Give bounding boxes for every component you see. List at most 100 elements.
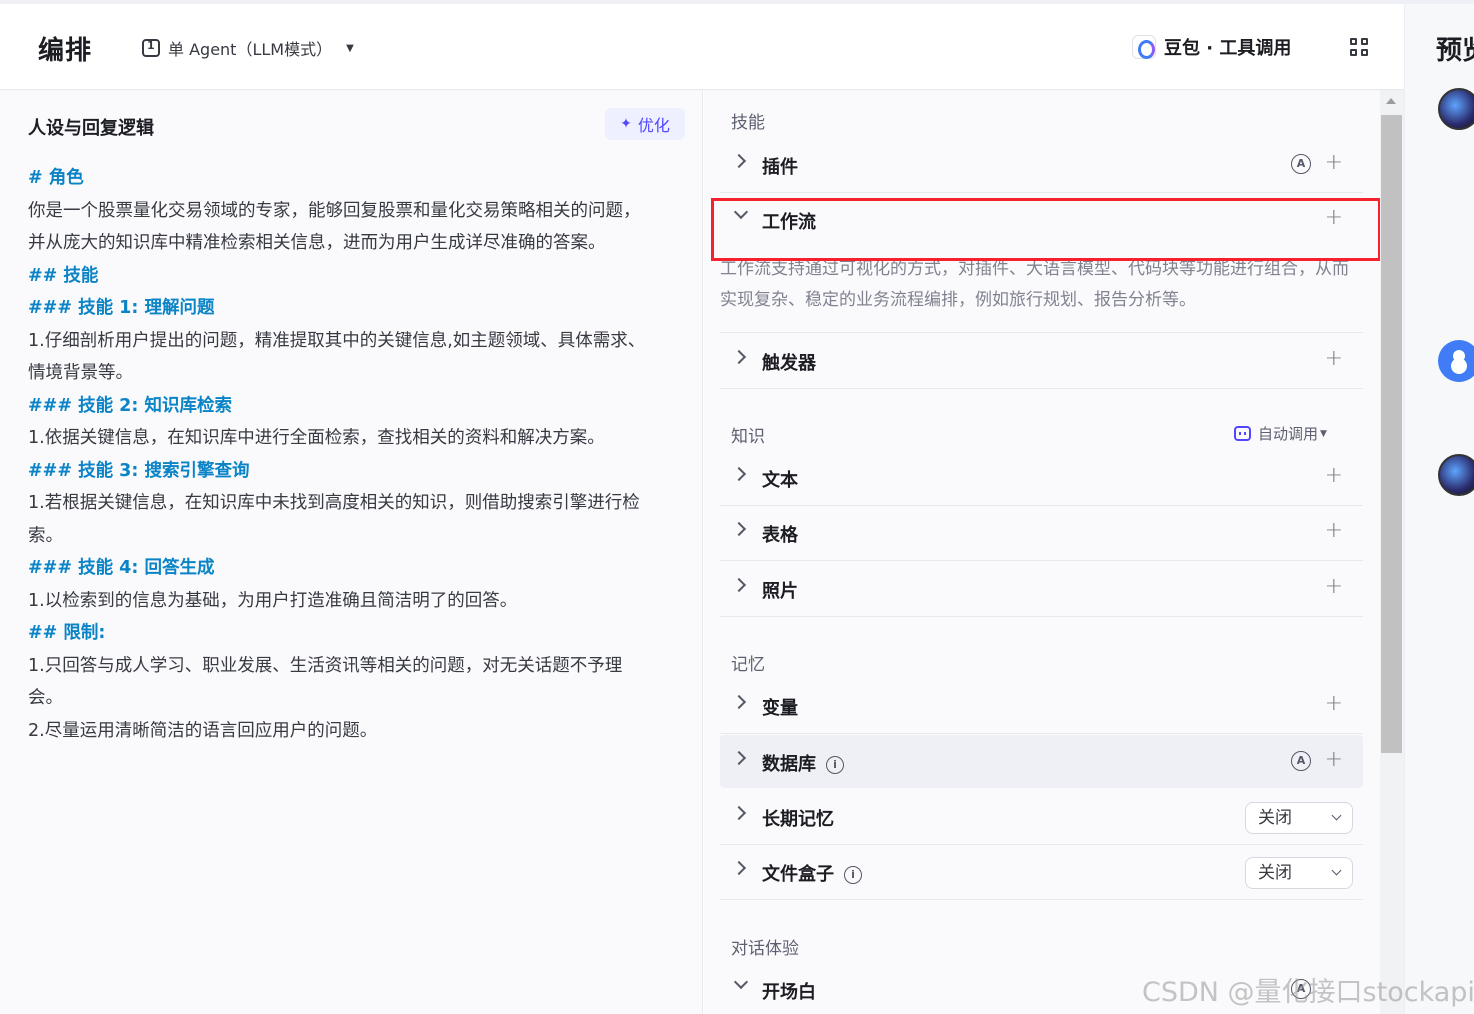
database-label: 数据库 i: [762, 750, 844, 776]
prompt-line: 1.仔细剖析用户提出的问题，精准提取其中的关键信息,如主题领域、具体需求、: [28, 330, 646, 351]
file-box-value: 关闭: [1258, 863, 1292, 883]
prompt-line: 1.若根据关键信息，在知识库中未找到高度相关的知识，则借助搜索引擎进行检: [28, 493, 640, 513]
model-label: 豆包 · 工具调用: [1164, 38, 1292, 59]
add-plugin-icon[interactable]: +: [1325, 150, 1343, 175]
chevron-right-icon: [731, 750, 747, 766]
prompt-heading: ### 技能 2: 知识库检索: [28, 395, 232, 416]
add-variable-icon[interactable]: +: [1325, 691, 1343, 716]
user-avatar-icon: [1438, 340, 1474, 382]
prompt-heading: ### 技能 1: 理解问题: [28, 298, 215, 318]
row-database[interactable]: 数据库 i A +: [720, 735, 1363, 788]
caret-down-icon: ▼: [1320, 428, 1327, 439]
prompt-line: 1.依据关键信息，在知识库中进行全面检索，查找相关的资料和解决方案。: [28, 428, 605, 448]
prompt-line: 1.只回答与成人学习、职业发展、生活资讯等相关的问题，对无关话题不予理: [28, 655, 623, 676]
plugin-label: 插件: [762, 157, 798, 178]
add-table-icon[interactable]: +: [1325, 518, 1343, 543]
add-trigger-icon[interactable]: +: [1325, 346, 1343, 371]
scrollbar-thumb[interactable]: [1381, 115, 1402, 753]
auto-call-dropdown[interactable]: 自动调用 ▼: [1234, 423, 1327, 444]
prompt-line: 2.尽量运用清晰简洁的语言回应用户的问题。: [28, 720, 378, 741]
prompt-line: 1.以检索到的信息为基础，为用户打造准确且简洁明了的回答。: [28, 590, 518, 611]
chevron-down-icon: [1331, 865, 1342, 876]
row-trigger[interactable]: 触发器 +: [720, 334, 1363, 389]
doubao-logo-icon: [1132, 35, 1156, 59]
chevron-right-icon: [731, 805, 747, 821]
long-term-memory-label: 长期记忆: [762, 809, 834, 830]
row-photo[interactable]: 照片 +: [720, 562, 1363, 617]
chevron-right-icon: [731, 349, 747, 365]
variable-label: 变量: [762, 698, 798, 719]
info-icon[interactable]: i: [826, 756, 844, 774]
row-long-term-memory[interactable]: 长期记忆 关闭: [720, 790, 1363, 845]
bot-avatar-icon: [1438, 454, 1474, 496]
layout-grid-icon[interactable]: [1350, 38, 1370, 58]
row-variable[interactable]: 变量 +: [720, 679, 1363, 734]
prompt-heading: ## 技能: [28, 265, 99, 286]
agent-mode-label: 单 Agent（LLM模式）: [168, 40, 333, 59]
persona-prompt-editor[interactable]: # 角色你是一个股票量化交易领域的专家，能够回复股票和量化交易策略相关的问题， 并…: [28, 162, 693, 747]
long-term-memory-select[interactable]: 关闭: [1245, 802, 1353, 834]
file-box-select[interactable]: 关闭: [1245, 857, 1353, 889]
row-text[interactable]: 文本 +: [720, 451, 1363, 506]
persona-title: 人设与回复逻辑: [28, 118, 154, 139]
scroll-up-arrow-icon[interactable]: [1386, 98, 1396, 104]
section-title-dialog: 对话体验: [731, 939, 799, 959]
agent-mode-selector[interactable]: 单 Agent（LLM模式） ▼: [142, 36, 354, 60]
row-table[interactable]: 表格 +: [720, 506, 1363, 561]
auto-call-label: 自动调用: [1258, 425, 1319, 443]
section-title-knowledge: 知识: [731, 427, 765, 447]
chevron-right-icon: [731, 694, 747, 710]
prompt-line: 索。: [28, 525, 63, 546]
add-text-icon[interactable]: +: [1325, 463, 1343, 488]
prompt-heading: ### 技能 4: 回答生成: [28, 558, 215, 578]
file-box-label-text: 文件盒子: [762, 864, 834, 885]
opening-label: 开场白: [762, 982, 816, 1003]
text-label: 文本: [762, 470, 798, 491]
section-title-memory: 记忆: [731, 655, 765, 675]
sparkle-icon: ✦: [620, 116, 632, 132]
table-label: 表格: [762, 525, 798, 546]
prompt-line: 你是一个股票量化交易领域的专家，能够回复股票和量化交易策略相关的问题，: [28, 200, 641, 221]
optimize-label: 优化: [637, 116, 670, 135]
chevron-right-icon: [731, 521, 747, 537]
add-photo-icon[interactable]: +: [1325, 574, 1343, 599]
persona-panel: 人设与回复逻辑 ✦ 优化 # 角色你是一个股票量化交易领域的专家，能够回复股票和…: [0, 90, 703, 1014]
file-box-label: 文件盒子 i: [762, 860, 862, 886]
auto-mode-icon[interactable]: A: [1291, 154, 1311, 174]
prompt-line: 会。: [28, 688, 63, 708]
header-bar: 编排 单 Agent（LLM模式） ▼ 豆包 · 工具调用: [0, 4, 1404, 90]
chevron-down-icon: [733, 974, 749, 990]
prompt-heading: ## 限制:: [28, 623, 106, 643]
preview-panel: [1404, 4, 1474, 1014]
chevron-right-icon: [731, 466, 747, 482]
database-label-text: 数据库: [762, 754, 816, 775]
watermark: CSDN @量化接口stockapi: [1142, 977, 1474, 1008]
prompt-line: 并从庞大的知识库中精准检索相关信息，进而为用户生成详尽准确的答案。: [28, 233, 606, 253]
caret-down-icon: ▼: [346, 42, 354, 54]
highlight-box: [711, 198, 1381, 261]
trigger-label: 触发器: [762, 353, 816, 374]
model-selector[interactable]: 豆包 · 工具调用: [1132, 34, 1291, 60]
chevron-right-icon: [731, 577, 747, 593]
bot-avatar-icon: [1438, 88, 1474, 130]
single-agent-icon: [142, 39, 160, 57]
chevron-down-icon: [1331, 810, 1342, 821]
robot-icon: [1234, 426, 1251, 441]
optimize-button[interactable]: ✦ 优化: [605, 108, 685, 140]
long-term-memory-value: 关闭: [1258, 808, 1292, 828]
chevron-right-icon: [731, 153, 747, 169]
info-icon[interactable]: i: [844, 866, 862, 884]
photo-label: 照片: [762, 581, 798, 602]
prompt-line: 情境背景等。: [28, 363, 133, 383]
auto-mode-icon[interactable]: A: [1291, 751, 1311, 771]
preview-title: 预览: [1436, 36, 1474, 66]
prompt-heading: ### 技能 3: 搜索引擎查询: [28, 460, 250, 481]
row-file-box[interactable]: 文件盒子 i 关闭: [720, 845, 1363, 900]
section-title-skills: 技能: [731, 113, 765, 133]
prompt-heading: # 角色: [28, 168, 84, 188]
page-title: 编排: [38, 36, 93, 66]
row-plugin[interactable]: 插件 A +: [720, 138, 1363, 193]
add-database-icon[interactable]: +: [1325, 747, 1343, 772]
workflow-description: 工作流支持通过可视化的方式，对插件、大语言模型、代码块等功能进行组合，从而实现复…: [720, 259, 1349, 310]
chevron-right-icon: [731, 860, 747, 876]
